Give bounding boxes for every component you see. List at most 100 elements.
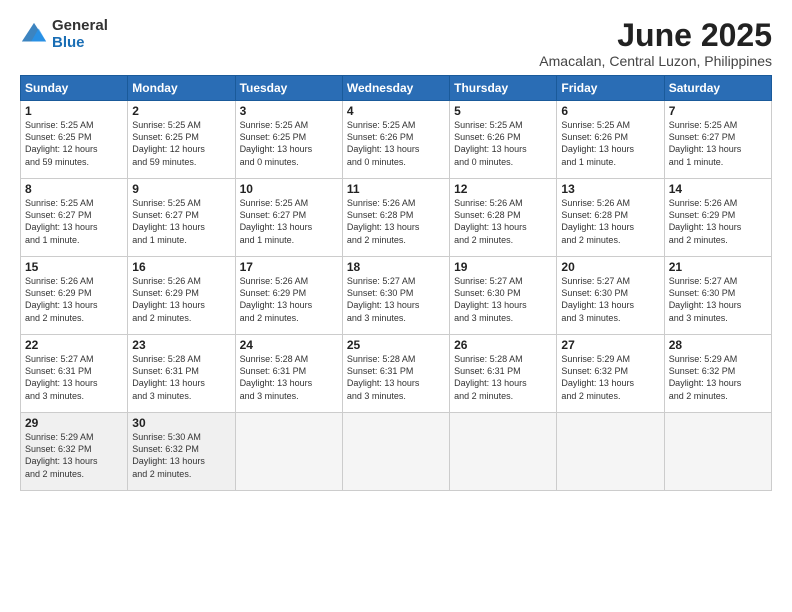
- table-row: 20Sunrise: 5:27 AMSunset: 6:30 PMDayligh…: [557, 257, 664, 335]
- table-row: [664, 413, 771, 491]
- table-row: 27Sunrise: 5:29 AMSunset: 6:32 PMDayligh…: [557, 335, 664, 413]
- day-info: Sunrise: 5:28 AMSunset: 6:31 PMDaylight:…: [240, 353, 338, 402]
- table-row: 18Sunrise: 5:27 AMSunset: 6:30 PMDayligh…: [342, 257, 449, 335]
- day-number: 27: [561, 338, 659, 352]
- day-info: Sunrise: 5:25 AMSunset: 6:27 PMDaylight:…: [132, 197, 230, 246]
- calendar-week-1: 8Sunrise: 5:25 AMSunset: 6:27 PMDaylight…: [21, 179, 772, 257]
- day-info: Sunrise: 5:26 AMSunset: 6:29 PMDaylight:…: [240, 275, 338, 324]
- table-row: 16Sunrise: 5:26 AMSunset: 6:29 PMDayligh…: [128, 257, 235, 335]
- col-saturday: Saturday: [664, 76, 771, 101]
- day-number: 13: [561, 182, 659, 196]
- day-number: 10: [240, 182, 338, 196]
- day-number: 22: [25, 338, 123, 352]
- table-row: 29Sunrise: 5:29 AMSunset: 6:32 PMDayligh…: [21, 413, 128, 491]
- col-friday: Friday: [557, 76, 664, 101]
- day-info: Sunrise: 5:25 AMSunset: 6:27 PMDaylight:…: [240, 197, 338, 246]
- day-info: Sunrise: 5:25 AMSunset: 6:26 PMDaylight:…: [561, 119, 659, 168]
- table-row: 23Sunrise: 5:28 AMSunset: 6:31 PMDayligh…: [128, 335, 235, 413]
- day-info: Sunrise: 5:25 AMSunset: 6:25 PMDaylight:…: [132, 119, 230, 168]
- day-info: Sunrise: 5:26 AMSunset: 6:28 PMDaylight:…: [347, 197, 445, 246]
- table-row: 21Sunrise: 5:27 AMSunset: 6:30 PMDayligh…: [664, 257, 771, 335]
- day-info: Sunrise: 5:29 AMSunset: 6:32 PMDaylight:…: [669, 353, 767, 402]
- header: General Blue June 2025 Amacalan, Central…: [20, 18, 772, 69]
- day-info: Sunrise: 5:26 AMSunset: 6:29 PMDaylight:…: [25, 275, 123, 324]
- day-info: Sunrise: 5:25 AMSunset: 6:27 PMDaylight:…: [669, 119, 767, 168]
- calendar-week-0: 1Sunrise: 5:25 AMSunset: 6:25 PMDaylight…: [21, 101, 772, 179]
- table-row: 22Sunrise: 5:27 AMSunset: 6:31 PMDayligh…: [21, 335, 128, 413]
- logo: General Blue: [20, 18, 108, 51]
- table-row: 7Sunrise: 5:25 AMSunset: 6:27 PMDaylight…: [664, 101, 771, 179]
- subtitle: Amacalan, Central Luzon, Philippines: [539, 53, 772, 69]
- table-row: 6Sunrise: 5:25 AMSunset: 6:26 PMDaylight…: [557, 101, 664, 179]
- table-row: 28Sunrise: 5:29 AMSunset: 6:32 PMDayligh…: [664, 335, 771, 413]
- day-info: Sunrise: 5:25 AMSunset: 6:26 PMDaylight:…: [454, 119, 552, 168]
- logo-general: General: [52, 18, 108, 35]
- day-number: 29: [25, 416, 123, 430]
- table-row: 25Sunrise: 5:28 AMSunset: 6:31 PMDayligh…: [342, 335, 449, 413]
- table-row: 15Sunrise: 5:26 AMSunset: 6:29 PMDayligh…: [21, 257, 128, 335]
- table-row: [342, 413, 449, 491]
- day-number: 19: [454, 260, 552, 274]
- calendar-header: Sunday Monday Tuesday Wednesday Thursday…: [21, 76, 772, 101]
- day-info: Sunrise: 5:28 AMSunset: 6:31 PMDaylight:…: [347, 353, 445, 402]
- day-info: Sunrise: 5:26 AMSunset: 6:28 PMDaylight:…: [561, 197, 659, 246]
- day-number: 1: [25, 104, 123, 118]
- table-row: 24Sunrise: 5:28 AMSunset: 6:31 PMDayligh…: [235, 335, 342, 413]
- table-row: [450, 413, 557, 491]
- day-number: 7: [669, 104, 767, 118]
- day-number: 18: [347, 260, 445, 274]
- day-info: Sunrise: 5:28 AMSunset: 6:31 PMDaylight:…: [132, 353, 230, 402]
- calendar-week-2: 15Sunrise: 5:26 AMSunset: 6:29 PMDayligh…: [21, 257, 772, 335]
- table-row: 9Sunrise: 5:25 AMSunset: 6:27 PMDaylight…: [128, 179, 235, 257]
- day-info: Sunrise: 5:25 AMSunset: 6:25 PMDaylight:…: [25, 119, 123, 168]
- calendar-week-3: 22Sunrise: 5:27 AMSunset: 6:31 PMDayligh…: [21, 335, 772, 413]
- day-number: 30: [132, 416, 230, 430]
- day-info: Sunrise: 5:26 AMSunset: 6:29 PMDaylight:…: [132, 275, 230, 324]
- table-row: 19Sunrise: 5:27 AMSunset: 6:30 PMDayligh…: [450, 257, 557, 335]
- col-sunday: Sunday: [21, 76, 128, 101]
- table-row: 26Sunrise: 5:28 AMSunset: 6:31 PMDayligh…: [450, 335, 557, 413]
- day-number: 12: [454, 182, 552, 196]
- table-row: 14Sunrise: 5:26 AMSunset: 6:29 PMDayligh…: [664, 179, 771, 257]
- table-row: 10Sunrise: 5:25 AMSunset: 6:27 PMDayligh…: [235, 179, 342, 257]
- day-info: Sunrise: 5:27 AMSunset: 6:30 PMDaylight:…: [454, 275, 552, 324]
- day-number: 28: [669, 338, 767, 352]
- table-row: [557, 413, 664, 491]
- day-info: Sunrise: 5:25 AMSunset: 6:25 PMDaylight:…: [240, 119, 338, 168]
- day-number: 15: [25, 260, 123, 274]
- day-info: Sunrise: 5:27 AMSunset: 6:30 PMDaylight:…: [561, 275, 659, 324]
- day-number: 23: [132, 338, 230, 352]
- table-row: 17Sunrise: 5:26 AMSunset: 6:29 PMDayligh…: [235, 257, 342, 335]
- day-info: Sunrise: 5:25 AMSunset: 6:26 PMDaylight:…: [347, 119, 445, 168]
- title-area: June 2025 Amacalan, Central Luzon, Phili…: [539, 18, 772, 69]
- table-row: 2Sunrise: 5:25 AMSunset: 6:25 PMDaylight…: [128, 101, 235, 179]
- col-wednesday: Wednesday: [342, 76, 449, 101]
- col-monday: Monday: [128, 76, 235, 101]
- logo-text: General Blue: [52, 18, 108, 51]
- day-number: 24: [240, 338, 338, 352]
- table-row: 8Sunrise: 5:25 AMSunset: 6:27 PMDaylight…: [21, 179, 128, 257]
- day-info: Sunrise: 5:26 AMSunset: 6:29 PMDaylight:…: [669, 197, 767, 246]
- col-thursday: Thursday: [450, 76, 557, 101]
- table-row: 13Sunrise: 5:26 AMSunset: 6:28 PMDayligh…: [557, 179, 664, 257]
- day-number: 21: [669, 260, 767, 274]
- table-row: 12Sunrise: 5:26 AMSunset: 6:28 PMDayligh…: [450, 179, 557, 257]
- day-number: 5: [454, 104, 552, 118]
- table-row: 30Sunrise: 5:30 AMSunset: 6:32 PMDayligh…: [128, 413, 235, 491]
- day-number: 3: [240, 104, 338, 118]
- day-info: Sunrise: 5:29 AMSunset: 6:32 PMDaylight:…: [561, 353, 659, 402]
- day-number: 17: [240, 260, 338, 274]
- calendar-body: 1Sunrise: 5:25 AMSunset: 6:25 PMDaylight…: [21, 101, 772, 491]
- day-info: Sunrise: 5:26 AMSunset: 6:28 PMDaylight:…: [454, 197, 552, 246]
- day-info: Sunrise: 5:30 AMSunset: 6:32 PMDaylight:…: [132, 431, 230, 480]
- table-row: 5Sunrise: 5:25 AMSunset: 6:26 PMDaylight…: [450, 101, 557, 179]
- day-number: 14: [669, 182, 767, 196]
- day-info: Sunrise: 5:27 AMSunset: 6:30 PMDaylight:…: [347, 275, 445, 324]
- day-info: Sunrise: 5:25 AMSunset: 6:27 PMDaylight:…: [25, 197, 123, 246]
- day-number: 26: [454, 338, 552, 352]
- logo-blue: Blue: [52, 35, 108, 52]
- logo-icon: [20, 21, 48, 49]
- day-info: Sunrise: 5:27 AMSunset: 6:31 PMDaylight:…: [25, 353, 123, 402]
- day-info: Sunrise: 5:27 AMSunset: 6:30 PMDaylight:…: [669, 275, 767, 324]
- day-info: Sunrise: 5:28 AMSunset: 6:31 PMDaylight:…: [454, 353, 552, 402]
